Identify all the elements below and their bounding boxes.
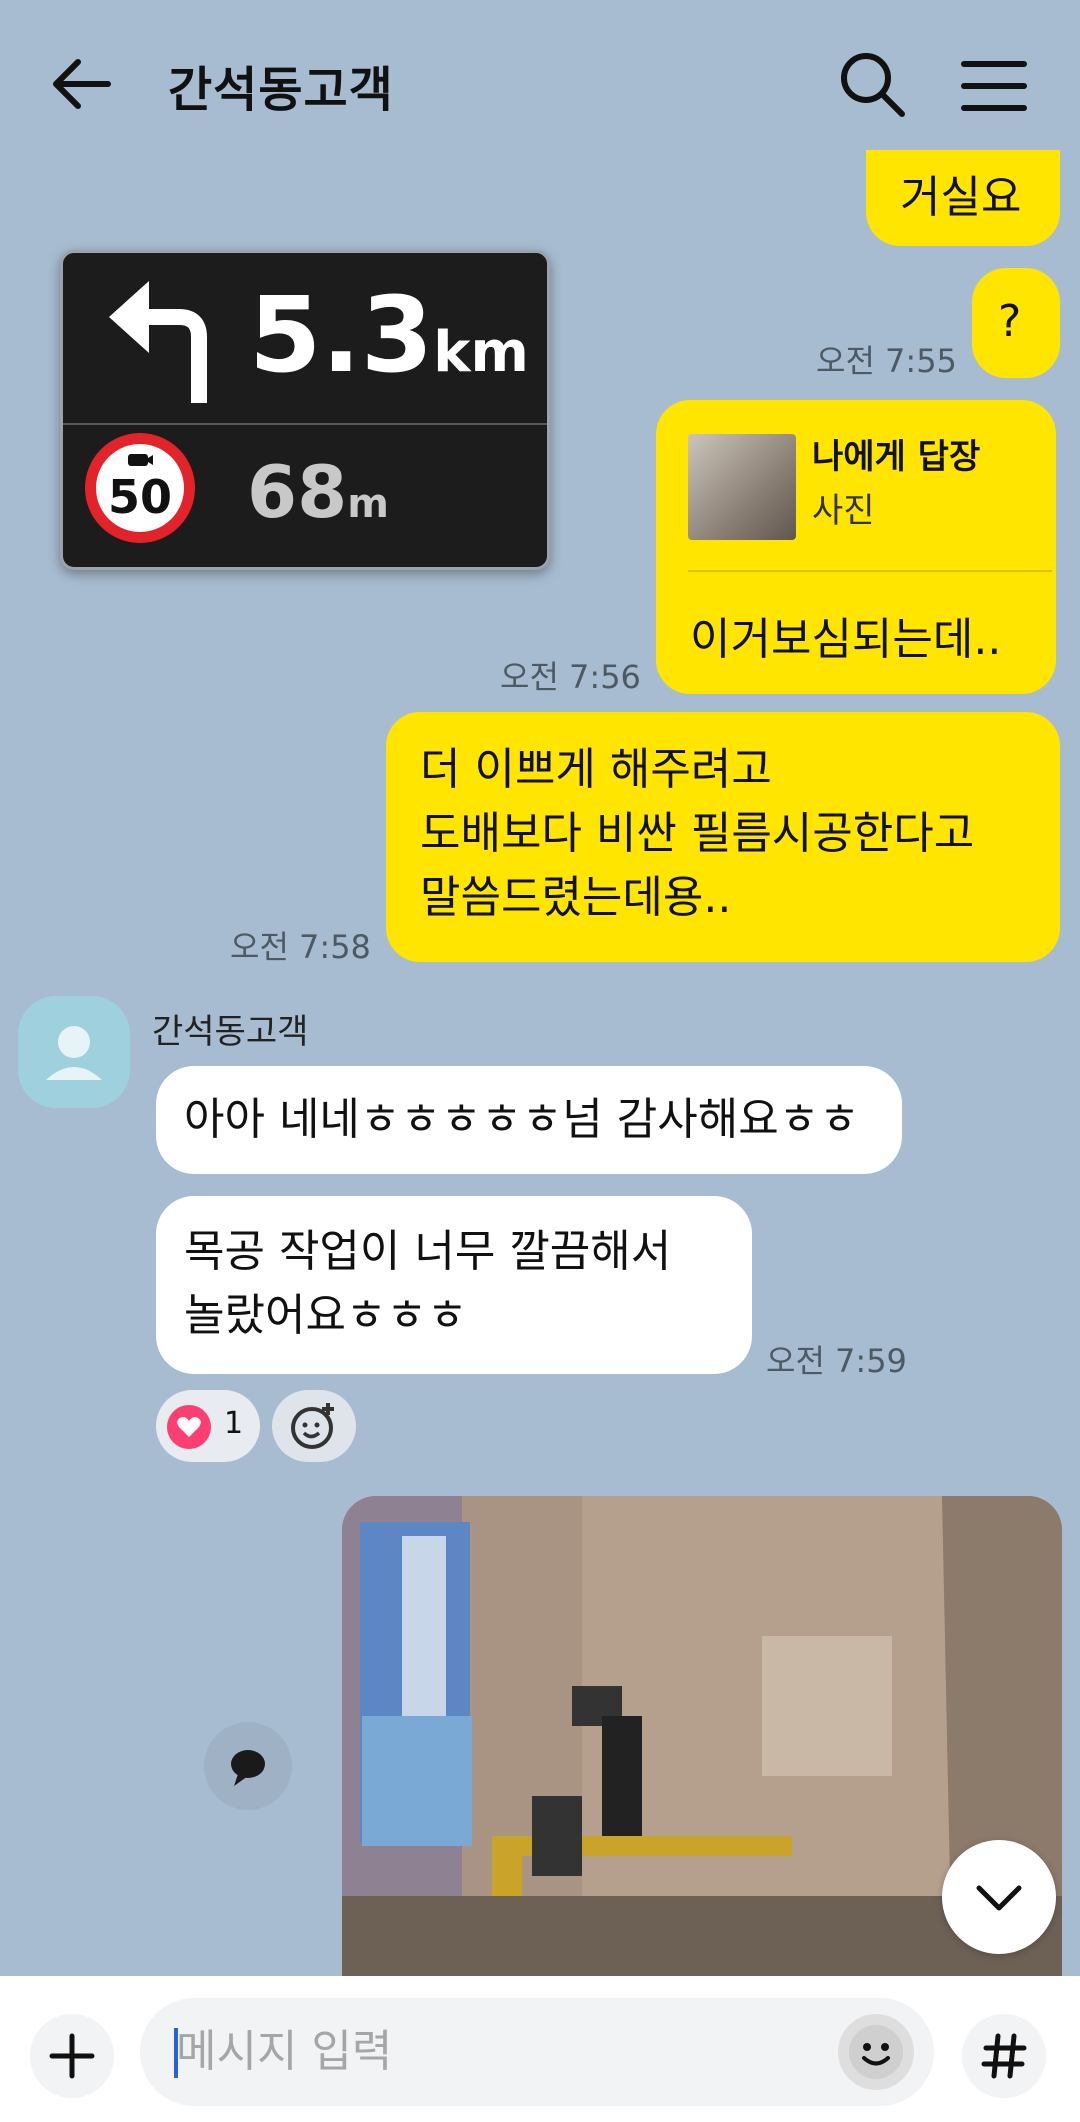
turn-left-arrow-icon — [109, 281, 207, 403]
message-time: 오전 7:56 — [500, 658, 641, 696]
back-button[interactable] — [48, 48, 120, 120]
reaction-count: 1 — [224, 1406, 244, 1441]
turn-distance: 5.3km — [249, 274, 529, 396]
emoji-icon — [849, 2025, 903, 2079]
message-time: 오전 7:55 — [816, 342, 957, 380]
back-arrow-icon — [53, 59, 111, 109]
message-time: 오전 7:58 — [230, 928, 371, 966]
message-input[interactable] — [174, 2020, 798, 2082]
heart-icon — [167, 1405, 211, 1449]
emoji-button[interactable] — [838, 2014, 914, 2090]
message-text-line: 도배보다 비싼 필름시공한다고 — [420, 808, 975, 859]
default-profile-icon — [46, 1026, 102, 1080]
hashtag-search-button[interactable] — [962, 2014, 1046, 2098]
message-input-field[interactable] — [140, 1998, 934, 2106]
message-text: 아아 네네ㅎㅎㅎㅎㅎ넘 감사해요ㅎㅎ — [184, 1094, 860, 1145]
speed-limit-value: 50 — [107, 470, 172, 524]
message-text-line: 말씀드렸는데용.. — [420, 872, 732, 923]
reply-subtitle: 사진 — [812, 491, 875, 531]
message-time: 오전 7:59 — [766, 1342, 907, 1380]
speed-camera-icon — [128, 454, 153, 466]
chat-title: 간석동고객 — [168, 62, 394, 118]
message-bubble[interactable]: 더 이쁘게 해주려고 도배보다 비싼 필름시공한다고 말씀드렸는데용.. — [386, 712, 1060, 962]
comment-button[interactable] — [204, 1722, 292, 1810]
message-text-line: 놀랐어요ㅎㅎㅎ — [184, 1290, 468, 1341]
speed-limit-sign: 50 — [85, 433, 195, 543]
reply-title: 나에게 답장 — [812, 437, 981, 477]
add-reaction-icon — [291, 1403, 334, 1449]
message-text: 거실요 — [900, 172, 1022, 223]
add-reaction-button[interactable] — [272, 1390, 356, 1462]
speech-bubble-icon — [231, 1750, 265, 1786]
reaction-heart[interactable]: 1 — [156, 1390, 260, 1462]
menu-icon — [961, 61, 1027, 111]
message-text: ? — [998, 296, 1022, 347]
scroll-to-bottom-button[interactable] — [942, 1840, 1056, 1954]
hashtag-icon — [981, 2033, 1027, 2079]
attach-button[interactable] — [30, 2014, 114, 2098]
message-bubble[interactable]: 거실요 — [866, 150, 1060, 246]
search-icon — [841, 53, 905, 117]
message-text-line: 더 이쁘게 해주려고 — [420, 744, 772, 795]
message-bubble[interactable]: 아아 네네ㅎㅎㅎㅎㅎ넘 감사해요ㅎㅎ — [156, 1066, 902, 1174]
reply-divider — [688, 570, 1052, 572]
menu-button[interactable] — [958, 50, 1030, 122]
chevron-down-icon — [976, 1885, 1022, 1911]
reply-photo-thumbnail[interactable] — [688, 434, 796, 540]
reply-message-bubble[interactable]: 나에게 답장 사진 이거보심되는데.. — [656, 400, 1056, 694]
search-button[interactable] — [836, 48, 908, 120]
message-bubble[interactable]: ? — [972, 268, 1060, 378]
plus-icon — [49, 2033, 95, 2079]
divider — [63, 423, 547, 425]
avatar[interactable] — [18, 996, 130, 1108]
message-text-line: 목공 작업이 너무 깔끔해서 — [184, 1226, 672, 1277]
message-bubble[interactable]: 목공 작업이 너무 깔끔해서 놀랐어요ㅎㅎㅎ — [156, 1196, 752, 1374]
camera-distance: 68m — [247, 450, 389, 534]
chat-header: 간석동고객 — [0, 0, 1080, 170]
text-cursor — [174, 2028, 178, 2078]
message-text: 이거보심되는데.. — [690, 614, 1002, 665]
sender-name: 간석동고객 — [152, 1012, 309, 1052]
navigation-overlay[interactable]: 5.3km 50 68m — [60, 250, 550, 570]
